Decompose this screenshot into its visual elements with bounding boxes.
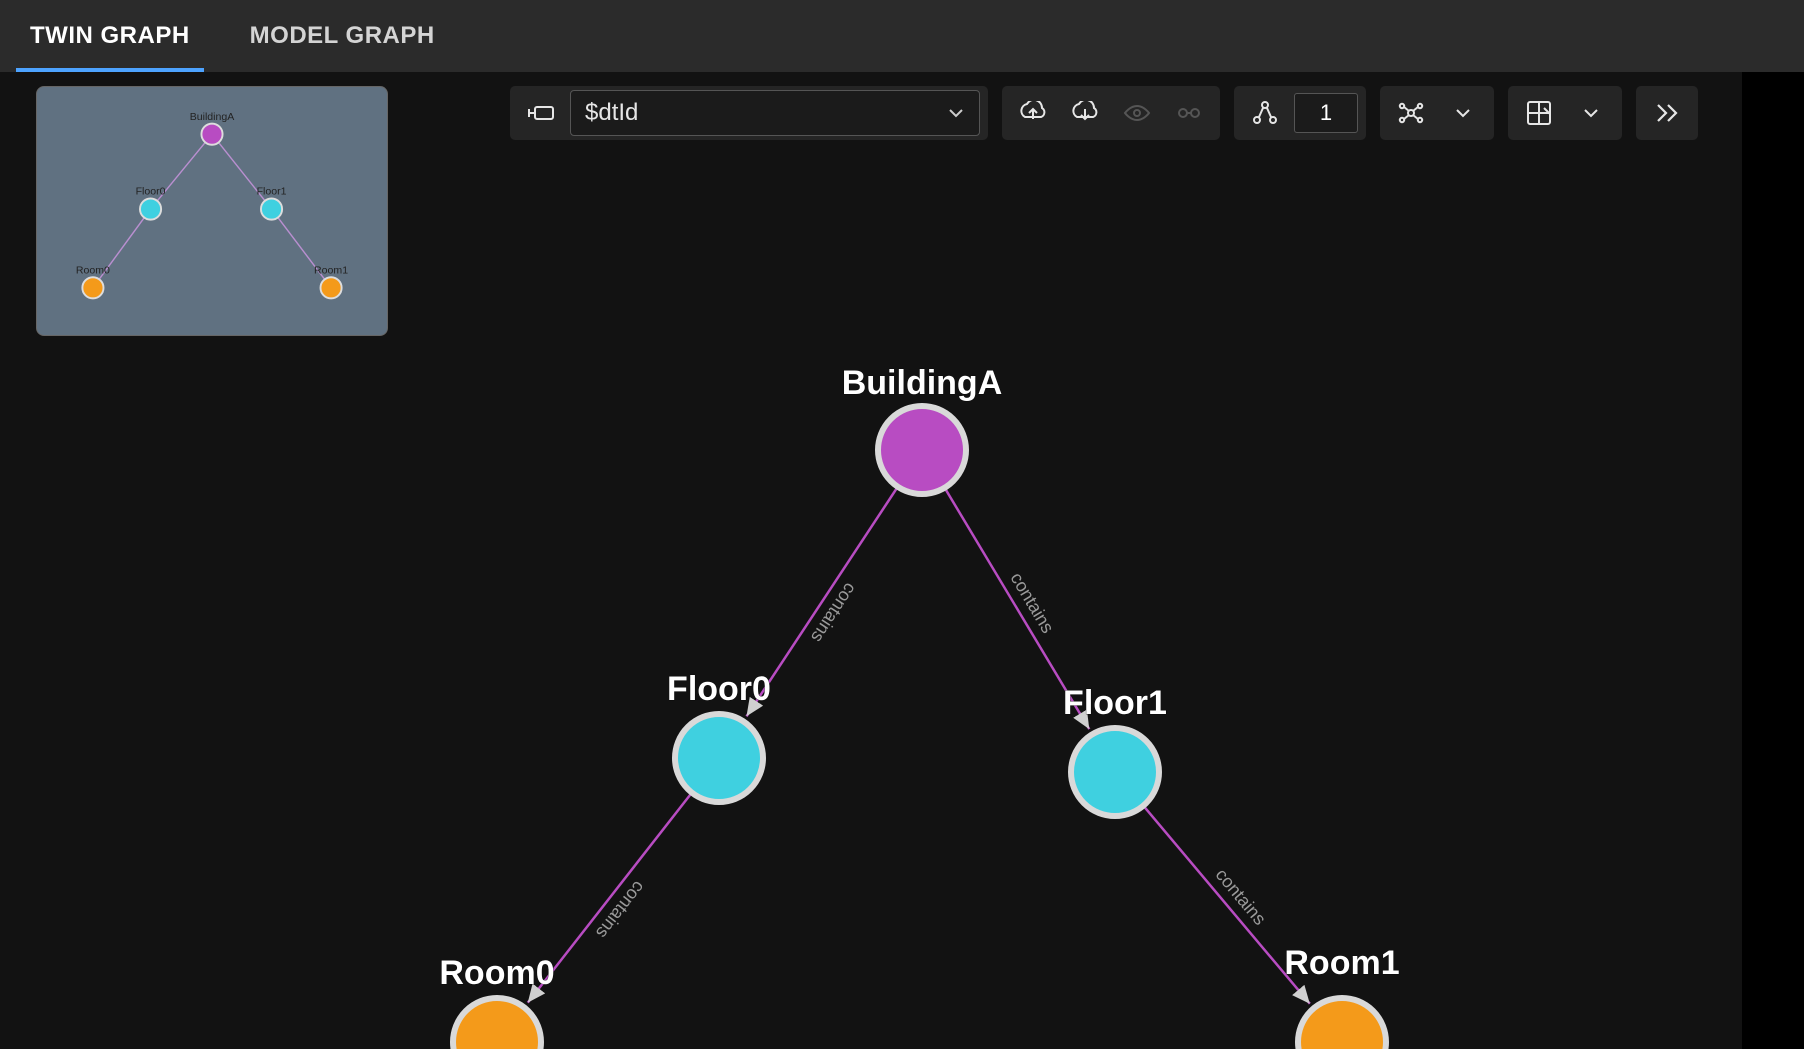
label-property-icon[interactable] — [518, 90, 564, 136]
expansion-group — [1234, 86, 1366, 140]
chevron-down-icon — [1583, 105, 1599, 121]
node-Floor1[interactable]: Floor1 — [1063, 684, 1167, 816]
minimap-node-label: Room1 — [314, 264, 348, 276]
view-group — [1508, 86, 1622, 140]
layout-group — [1380, 86, 1494, 140]
layout-button[interactable] — [1388, 90, 1434, 136]
minimap-node — [140, 199, 161, 220]
expansion-mode-icon[interactable] — [1242, 90, 1288, 136]
minimap-node-label: Floor1 — [257, 186, 287, 198]
node-Room1[interactable]: Room1 — [1284, 944, 1399, 1049]
node-label: Room1 — [1284, 944, 1399, 982]
show-all-button[interactable] — [1114, 90, 1160, 136]
property-select[interactable]: $dtId — [570, 90, 980, 136]
property-select-value: $dtId — [585, 99, 638, 127]
graph-body: containscontainscontainscontains Buildin… — [0, 72, 1804, 1049]
minimap-node — [321, 277, 342, 298]
node-label: Floor0 — [667, 670, 771, 708]
expansion-level-input[interactable] — [1294, 93, 1358, 133]
view-mode-dropdown[interactable] — [1568, 90, 1614, 136]
minimap-node — [201, 124, 222, 145]
property-select-group: $dtId — [510, 86, 988, 140]
tab-twin-graph[interactable]: TWIN GRAPH — [0, 0, 220, 72]
minimap-node-label: Room0 — [76, 264, 110, 276]
chevron-down-icon — [1455, 105, 1471, 121]
node-label: Room0 — [439, 954, 554, 992]
minimap-node — [261, 199, 282, 220]
export-graph-button[interactable] — [1010, 90, 1056, 136]
toolbar: $dtId — [510, 86, 1764, 140]
node-BuildingA[interactable]: BuildingA — [842, 364, 1003, 494]
overflow-button[interactable] — [1644, 90, 1690, 136]
node-Room0[interactable]: Room0 — [439, 954, 554, 1049]
overflow-group — [1636, 86, 1698, 140]
tab-model-graph[interactable]: MODEL GRAPH — [220, 0, 465, 72]
node-label: BuildingA — [842, 364, 1003, 402]
show-relationships-button[interactable] — [1166, 90, 1212, 136]
node-label: Floor1 — [1063, 684, 1167, 722]
import-graph-button[interactable] — [1062, 90, 1108, 136]
chevron-double-right-icon — [1655, 103, 1679, 123]
minimap-node-label: BuildingA — [190, 111, 236, 123]
minimap-node-label: Floor0 — [136, 186, 166, 198]
node-Floor0[interactable]: Floor0 — [667, 670, 771, 802]
layout-dropdown[interactable] — [1440, 90, 1486, 136]
minimap[interactable]: BuildingA Floor0 Floor1 Room0 Room1 — [36, 86, 388, 336]
io-group — [1002, 86, 1220, 140]
view-mode-button[interactable] — [1516, 90, 1562, 136]
tabs-bar: TWIN GRAPH MODEL GRAPH — [0, 0, 1804, 72]
chevron-down-icon — [947, 104, 965, 122]
minimap-node — [82, 277, 103, 298]
